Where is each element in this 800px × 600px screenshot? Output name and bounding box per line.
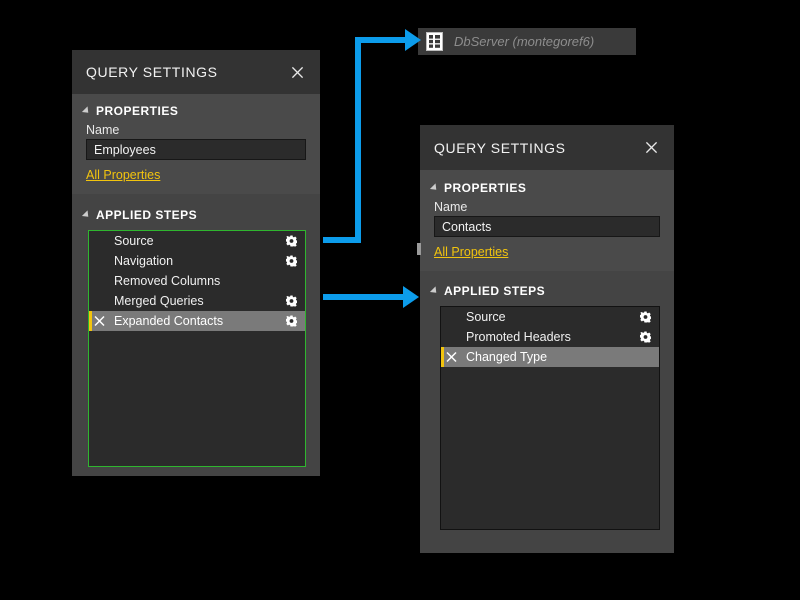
applied-steps-section-header[interactable]: APPLIED STEPS (432, 284, 545, 298)
step-settings-gear-icon[interactable] (640, 332, 651, 343)
properties-section-header[interactable]: PROPERTIES (84, 104, 178, 118)
applied-step-label: Source (114, 234, 154, 248)
applied-steps-list[interactable]: Source Promoted Headers Changed Type (440, 306, 660, 530)
applied-steps-list[interactable]: Source Navigation Removed Columns Merged Qu… (88, 230, 306, 467)
applied-steps-section-header[interactable]: APPLIED STEPS (84, 208, 197, 222)
step-settings-gear-icon[interactable] (286, 236, 297, 247)
applied-steps-rows: Source Promoted Headers Changed Type (441, 307, 659, 367)
triangle-expanded-icon (430, 286, 439, 295)
step-settings-gear-icon[interactable] (640, 312, 651, 323)
step-settings-gear-icon[interactable] (286, 296, 297, 307)
query-name-input[interactable] (434, 216, 660, 237)
applied-step-row[interactable]: Removed Columns (89, 271, 305, 291)
properties-section: PROPERTIES Name All Properties (420, 170, 674, 271)
close-icon[interactable] (288, 63, 306, 81)
name-field-label: Name (86, 123, 119, 137)
properties-section: PROPERTIES Name All Properties (72, 94, 320, 194)
selected-step-accent-bar (441, 347, 444, 367)
triangle-expanded-icon (82, 106, 91, 115)
panel-header: QUERY SETTINGS (72, 50, 320, 94)
applied-steps-rows: Source Navigation Removed Columns Merged Qu… (89, 231, 305, 331)
applied-step-label: Removed Columns (114, 274, 220, 288)
arrow-expanded-contacts-to-contacts-query (323, 286, 419, 308)
close-icon[interactable] (642, 139, 660, 157)
applied-step-row[interactable]: Navigation (89, 251, 305, 271)
applied-step-label: Expanded Contacts (114, 314, 223, 328)
applied-step-label: Source (466, 310, 506, 324)
screenshot-canvas: DbServer (montegoref6) QUERY SETTINGS PR… (0, 0, 800, 600)
applied-step-label: Promoted Headers (466, 330, 571, 344)
triangle-expanded-icon (430, 183, 439, 192)
delete-step-icon[interactable] (446, 352, 457, 363)
all-properties-link[interactable]: All Properties (434, 245, 508, 259)
selected-step-accent-bar (89, 311, 92, 331)
triangle-expanded-icon (82, 210, 91, 219)
arrow-source-to-dbserver (323, 29, 421, 240)
applied-step-row[interactable]: Promoted Headers (441, 327, 659, 347)
query-name-input[interactable] (86, 139, 306, 160)
applied-step-label: Changed Type (466, 350, 547, 364)
properties-section-label: PROPERTIES (96, 104, 178, 118)
applied-step-row[interactable]: Merged Queries (89, 291, 305, 311)
applied-step-row[interactable]: Source (89, 231, 305, 251)
applied-step-row[interactable]: Source (441, 307, 659, 327)
properties-section-label: PROPERTIES (444, 181, 526, 195)
dbserver-source-chip[interactable]: DbServer (montegoref6) (418, 28, 636, 55)
dbserver-label: DbServer (montegoref6) (454, 34, 594, 49)
applied-steps-section-label: APPLIED STEPS (444, 284, 545, 298)
query-settings-panel-employees: QUERY SETTINGS PROPERTIES Name All Prope… (72, 50, 320, 476)
applied-step-row[interactable]: Expanded Contacts (89, 311, 305, 331)
query-settings-panel-contacts: QUERY SETTINGS PROPERTIES Name All Prope… (420, 125, 674, 553)
delete-step-icon[interactable] (94, 316, 105, 327)
panel-header: QUERY SETTINGS (420, 125, 674, 170)
name-field-label: Name (434, 200, 467, 214)
applied-step-row[interactable]: Changed Type (441, 347, 659, 367)
applied-steps-section-label: APPLIED STEPS (96, 208, 197, 222)
table-grid-icon (426, 32, 443, 51)
applied-step-label: Navigation (114, 254, 173, 268)
page-title: QUERY SETTINGS (434, 140, 566, 156)
properties-section-header[interactable]: PROPERTIES (432, 181, 526, 195)
step-settings-gear-icon[interactable] (286, 256, 297, 267)
page-title: QUERY SETTINGS (86, 64, 218, 80)
all-properties-link[interactable]: All Properties (86, 168, 160, 182)
step-settings-gear-icon[interactable] (286, 316, 297, 327)
applied-step-label: Merged Queries (114, 294, 204, 308)
vertical-scrollbar-thumb[interactable] (417, 243, 421, 255)
